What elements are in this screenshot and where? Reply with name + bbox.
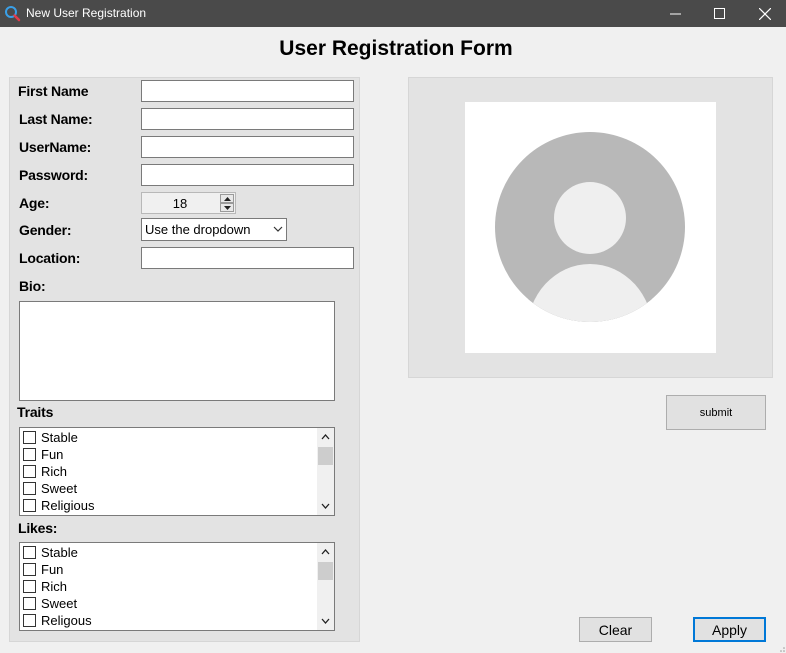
clear-button[interactable]: Clear: [579, 617, 652, 642]
checkbox[interactable]: [23, 482, 36, 495]
scroll-down-button[interactable]: [317, 499, 334, 513]
age-stepper[interactable]: 18: [141, 192, 236, 214]
first-name-label: First Name: [18, 83, 89, 99]
location-label: Location:: [19, 250, 81, 266]
chevron-down-icon: [273, 226, 283, 232]
chevron-down-icon: [321, 503, 330, 509]
checkbox[interactable]: [23, 546, 36, 559]
checkbox[interactable]: [23, 563, 36, 576]
minimize-icon: [669, 13, 681, 15]
likes-item[interactable]: Religous: [23, 612, 92, 629]
last-name-field[interactable]: [141, 108, 354, 130]
apply-button[interactable]: Apply: [693, 617, 766, 642]
profile-picture[interactable]: [465, 102, 716, 353]
traits-scrollbar[interactable]: [317, 428, 334, 515]
bio-textarea[interactable]: [19, 301, 335, 401]
traits-item[interactable]: Sweet: [23, 480, 77, 497]
age-label: Age:: [19, 195, 50, 211]
minimize-button[interactable]: [652, 0, 698, 27]
chevron-up-icon: [321, 549, 330, 555]
close-icon: [759, 7, 771, 20]
gender-dropdown[interactable]: Use the dropdown: [141, 218, 287, 241]
password-label: Password:: [19, 167, 88, 183]
window-title: New User Registration: [26, 6, 147, 20]
profile-picture-panel: [408, 77, 773, 378]
likes-item[interactable]: Sweet: [23, 595, 77, 612]
password-field[interactable]: [141, 164, 354, 186]
checkbox[interactable]: [23, 614, 36, 627]
resize-grip-icon[interactable]: [777, 644, 785, 652]
gender-label: Gender:: [19, 222, 72, 238]
checkbox[interactable]: [23, 448, 36, 461]
scroll-up-button[interactable]: [317, 430, 334, 444]
checkbox[interactable]: [23, 597, 36, 610]
gender-selected-value: Use the dropdown: [145, 222, 251, 237]
scroll-thumb[interactable]: [318, 447, 333, 465]
page-title: User Registration Form: [279, 37, 513, 60]
likes-label: Likes:: [18, 520, 58, 536]
age-decrement-button[interactable]: [220, 203, 234, 212]
scroll-thumb[interactable]: [318, 562, 333, 580]
user-avatar-icon: [495, 132, 685, 322]
traits-item[interactable]: Fun: [23, 446, 63, 463]
location-field[interactable]: [141, 247, 354, 269]
username-field[interactable]: [141, 136, 354, 158]
likes-item[interactable]: Rich: [23, 578, 67, 595]
traits-item[interactable]: Rich: [23, 463, 67, 480]
likes-item[interactable]: Fun: [23, 561, 63, 578]
traits-checklist[interactable]: Stable Fun Rich Sweet Religious: [19, 427, 335, 516]
scroll-down-button[interactable]: [317, 614, 334, 628]
age-value[interactable]: 18: [142, 196, 218, 211]
username-label: UserName:: [19, 139, 92, 155]
likes-checklist[interactable]: Stable Fun Rich Sweet Religous: [19, 542, 335, 631]
bio-label: Bio:: [19, 278, 46, 294]
age-increment-button[interactable]: [220, 194, 234, 203]
caret-down-icon: [223, 205, 231, 210]
likes-item[interactable]: Stable: [23, 544, 78, 561]
scroll-up-button[interactable]: [317, 545, 334, 559]
chevron-down-icon: [321, 618, 330, 624]
maximize-button[interactable]: [696, 0, 742, 27]
last-name-label: Last Name:: [19, 111, 93, 127]
title-bar: New User Registration: [0, 0, 786, 27]
checkbox[interactable]: [23, 465, 36, 478]
traits-item[interactable]: Religious: [23, 497, 94, 514]
checkbox[interactable]: [23, 431, 36, 444]
traits-label: Traits: [17, 404, 54, 420]
maximize-icon: [713, 8, 725, 19]
caret-up-icon: [223, 196, 231, 201]
checkbox[interactable]: [23, 580, 36, 593]
close-button[interactable]: [742, 0, 786, 27]
checkbox[interactable]: [23, 499, 36, 512]
search-icon: [5, 6, 21, 22]
submit-button[interactable]: submit: [666, 395, 766, 430]
traits-item[interactable]: Stable: [23, 429, 78, 446]
first-name-field[interactable]: [141, 80, 354, 102]
chevron-up-icon: [321, 434, 330, 440]
likes-scrollbar[interactable]: [317, 543, 334, 630]
